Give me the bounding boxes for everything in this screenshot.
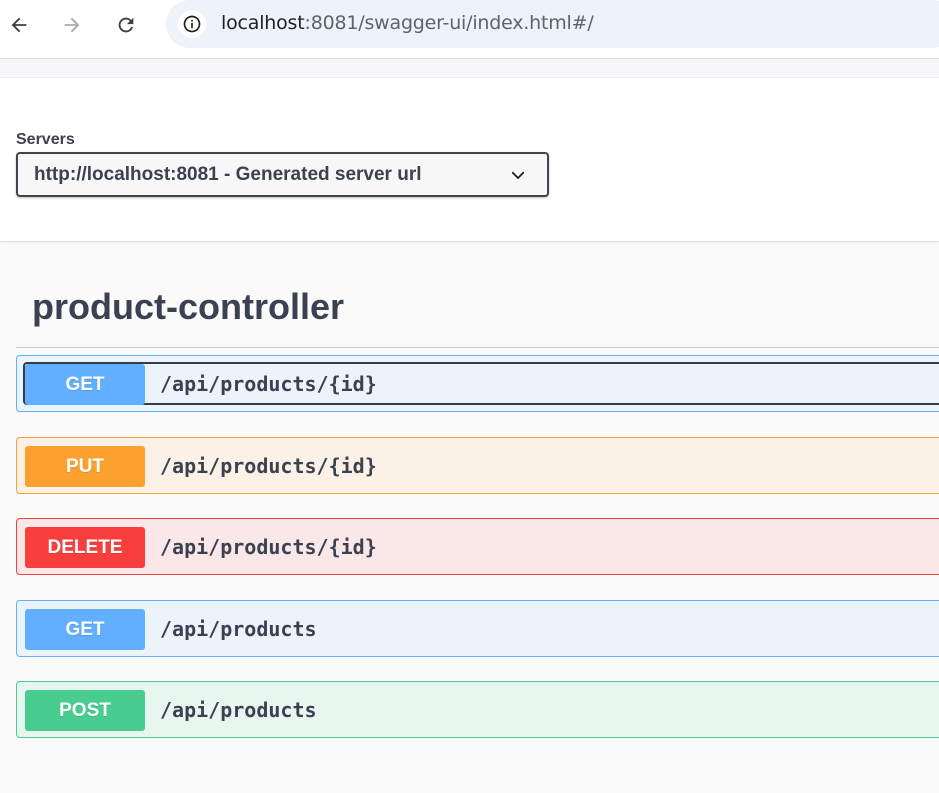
top-strip	[0, 59, 939, 78]
back-button[interactable]	[3, 9, 35, 41]
browser-toolbar: localhost:8081/swagger-ui/index.html#/	[0, 0, 939, 59]
operation-path: /api/products/{id}	[160, 372, 377, 396]
operation-path: /api/products	[160, 617, 317, 641]
method-badge: GET	[25, 364, 145, 405]
site-info-button[interactable]	[178, 10, 206, 38]
operation-get-product-by-id[interactable]: GET /api/products/{id}	[16, 355, 939, 412]
address-bar[interactable]: localhost:8081/swagger-ui/index.html#/	[166, 0, 939, 48]
tag-divider	[16, 347, 939, 348]
arrow-left-icon	[11, 17, 27, 33]
info-icon	[183, 15, 201, 33]
operation-get-products[interactable]: GET /api/products	[16, 600, 939, 657]
servers-panel: Servers http://localhost:8081 - Generate…	[0, 78, 939, 241]
operation-put-product[interactable]: PUT /api/products/{id}	[16, 437, 939, 494]
url-host: localhost	[221, 12, 305, 34]
servers-select[interactable]: http://localhost:8081 - Generated server…	[16, 152, 549, 197]
operation-path: /api/products/{id}	[160, 454, 377, 478]
tag-title[interactable]: product-controller	[32, 286, 344, 328]
servers-label: Servers	[16, 131, 75, 148]
arrow-right-icon	[64, 17, 80, 33]
reload-icon	[118, 17, 134, 33]
url-text[interactable]: localhost:8081/swagger-ui/index.html#/	[221, 12, 594, 34]
url-path: :8081/swagger-ui/index.html#/	[304, 12, 594, 34]
reload-button[interactable]	[110, 9, 142, 41]
method-badge: GET	[25, 609, 145, 650]
operation-path: /api/products/{id}	[160, 535, 377, 559]
forward-button[interactable]	[56, 9, 88, 41]
chevron-down-icon	[511, 171, 525, 179]
operation-post-products[interactable]: POST /api/products	[16, 681, 939, 738]
operation-path: /api/products	[160, 698, 317, 722]
method-badge: DELETE	[25, 527, 145, 568]
method-badge: PUT	[25, 446, 145, 487]
operation-delete-product[interactable]: DELETE /api/products/{id}	[16, 518, 939, 575]
method-badge: POST	[25, 690, 145, 731]
servers-selected-value: http://localhost:8081 - Generated server…	[34, 164, 422, 185]
